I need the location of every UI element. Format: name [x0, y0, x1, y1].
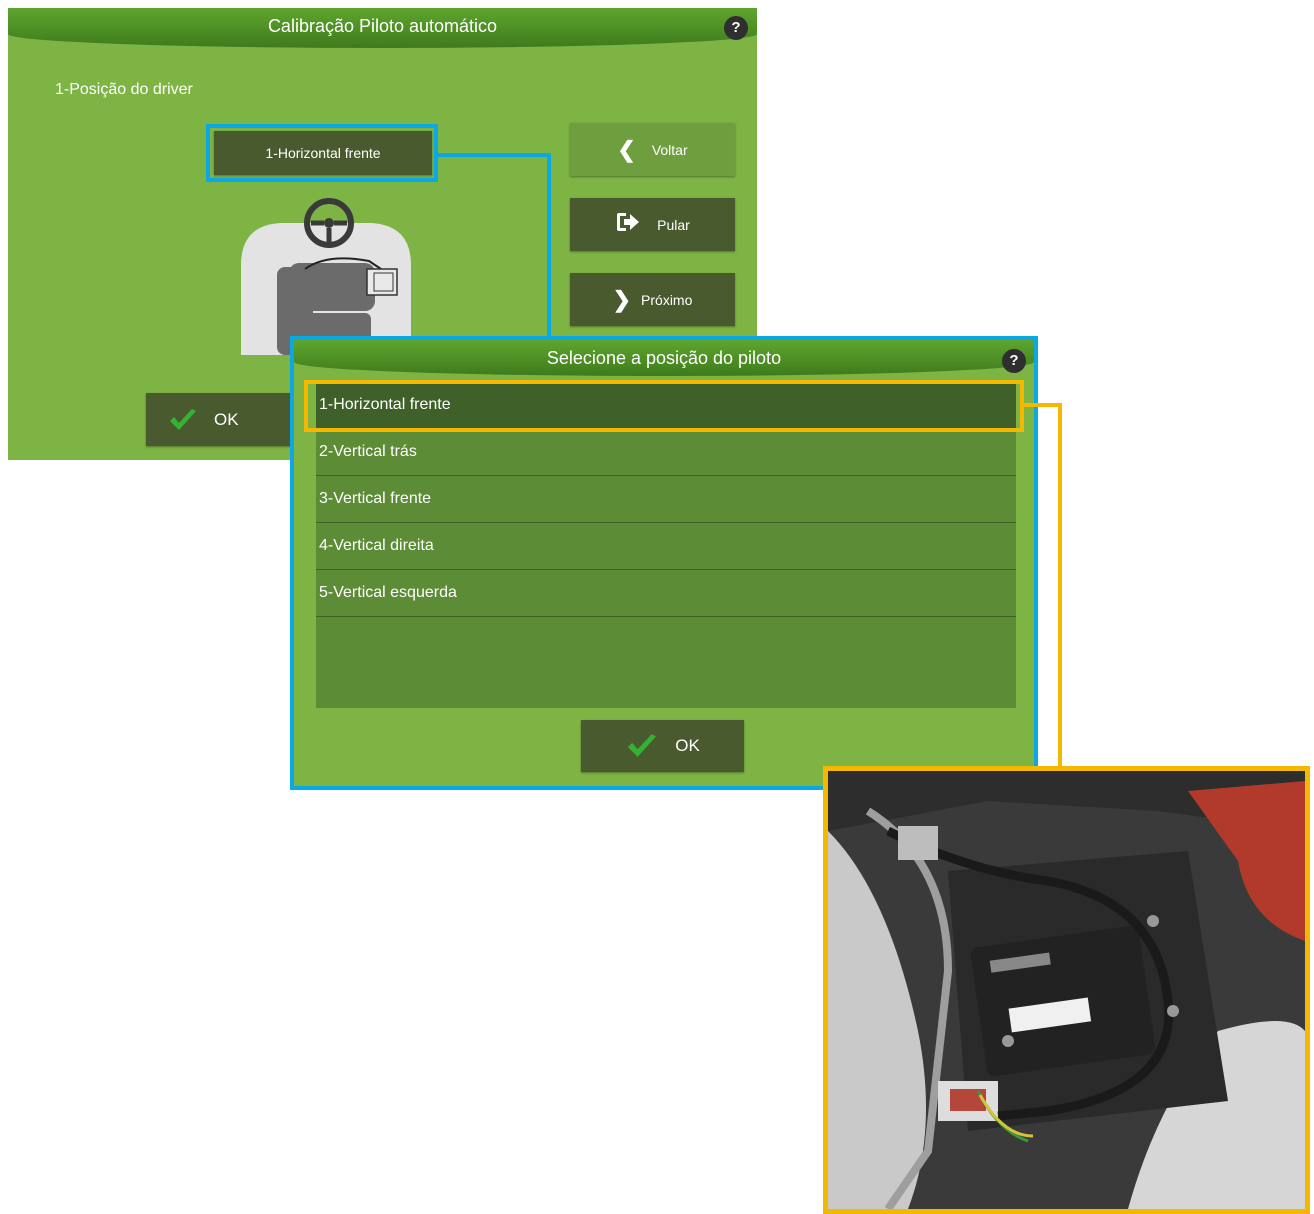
connector-line: [436, 153, 551, 157]
list-item[interactable]: 3-Vertical frente: [316, 476, 1016, 523]
dialog-ok-label: OK: [675, 736, 700, 755]
driver-position-illustration: [241, 195, 411, 355]
chevron-right-icon: ❯: [612, 286, 632, 312]
position-selector-highlight: [206, 124, 438, 182]
list-item[interactable]: 2-Vertical trás: [316, 429, 1016, 476]
cab-diagram-icon: [241, 198, 411, 355]
dialog-ok-button[interactable]: OK: [581, 720, 744, 772]
dialog-title: Selecione a posição do piloto: [294, 340, 1034, 376]
check-icon: [625, 733, 659, 759]
next-button[interactable]: ❯ Próximo: [570, 273, 735, 326]
dialog-help-button[interactable]: ?: [1002, 349, 1026, 373]
ok-button[interactable]: OK: [146, 393, 296, 446]
list-item[interactable]: 5-Vertical esquerda: [316, 570, 1016, 617]
check-icon: [168, 408, 198, 432]
skip-button[interactable]: Pular: [570, 198, 735, 251]
installed-module-photo: [823, 766, 1310, 1214]
exit-arrow-icon: [615, 211, 641, 239]
back-button[interactable]: ❮ Voltar: [570, 123, 735, 176]
calibration-title: Calibração Piloto automático: [8, 8, 757, 48]
ok-label: OK: [214, 409, 239, 429]
help-button[interactable]: ?: [724, 16, 748, 40]
section-label: 1-Posição do driver: [55, 81, 193, 98]
skip-label: Pular: [657, 216, 690, 233]
chevron-left-icon: ❮: [617, 136, 636, 162]
selected-option-highlight: [304, 380, 1024, 432]
connector-line: [1058, 403, 1062, 768]
connector-line: [1024, 403, 1062, 407]
list-item[interactable]: 4-Vertical direita: [316, 523, 1016, 570]
next-label: Próximo: [641, 291, 693, 308]
connector-line: [547, 153, 551, 338]
module-photo-image: [828, 771, 1305, 1209]
back-label: Voltar: [651, 141, 688, 158]
